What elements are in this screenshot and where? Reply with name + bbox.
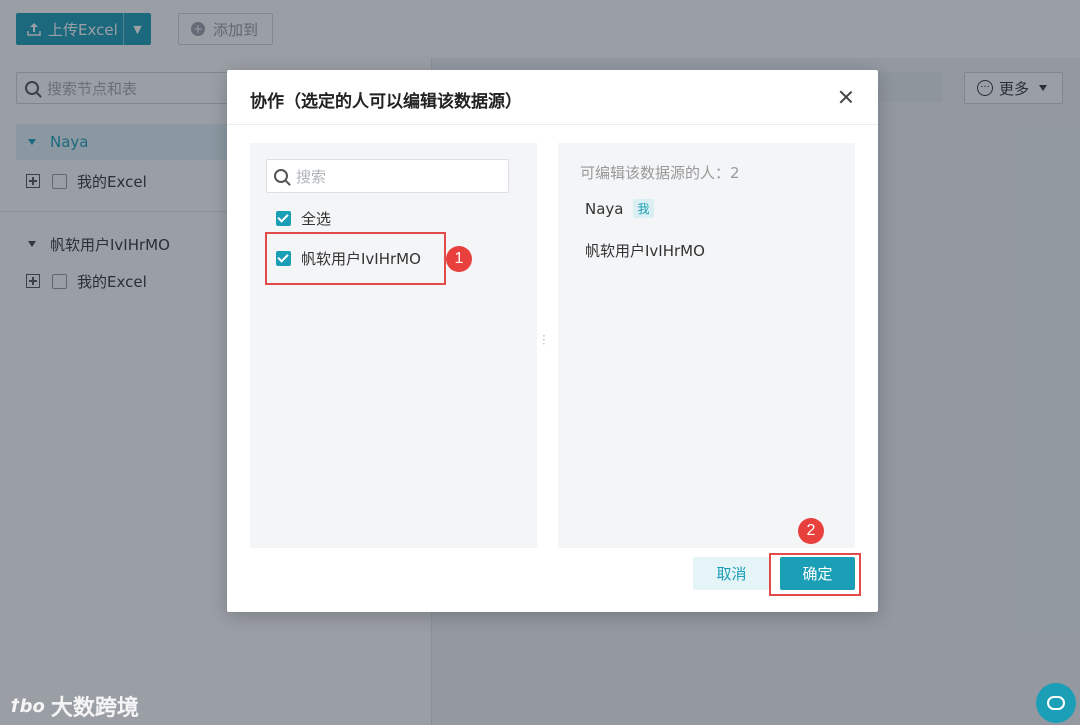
select-all-label: 全选 bbox=[301, 210, 332, 228]
watermark: ꝉbo 大数跨境 bbox=[10, 690, 139, 722]
dialog-header-divider bbox=[227, 124, 878, 125]
highlight-box-user bbox=[265, 232, 446, 285]
watermark-logo: ꝉbo bbox=[10, 695, 45, 717]
collaboration-dialog: 协作（选定的人可以编辑该数据源） 搜索 全选 帆软用户IvIHrMO · · · 可… bbox=[227, 70, 878, 612]
highlight-box-confirm bbox=[769, 553, 861, 596]
user-select-pane: 搜索 全选 帆软用户IvIHrMO bbox=[250, 143, 537, 548]
select-all-checkbox[interactable]: 全选 bbox=[276, 208, 331, 229]
user-search-placeholder: 搜索 bbox=[296, 167, 327, 186]
chat-support-button[interactable] bbox=[1036, 683, 1076, 723]
pane-resize-handle[interactable]: · · · bbox=[542, 330, 546, 350]
step-badge-2: 2 bbox=[798, 518, 824, 544]
me-badge: 我 bbox=[633, 199, 654, 218]
cancel-button[interactable]: 取消 bbox=[693, 557, 770, 590]
editors-pane: 可编辑该数据源的人：2 Naya 我 帆软用户IvIHrMO bbox=[558, 143, 855, 548]
checkbox-checked-icon[interactable] bbox=[276, 211, 291, 226]
editor-name: Naya bbox=[585, 199, 624, 218]
dialog-title: 协作（选定的人可以编辑该数据源） bbox=[250, 92, 522, 112]
editor-item: 帆软用户IvIHrMO bbox=[585, 240, 705, 261]
step-badge-1: 1 bbox=[446, 246, 472, 272]
watermark-text: 大数跨境 bbox=[50, 696, 139, 721]
editor-name: 帆软用户IvIHrMO bbox=[585, 242, 705, 260]
user-search-input[interactable]: 搜索 bbox=[266, 159, 509, 193]
search-icon bbox=[274, 169, 288, 183]
close-icon[interactable] bbox=[837, 88, 855, 106]
chat-bubble-icon bbox=[1047, 696, 1065, 710]
editors-count-label: 可编辑该数据源的人：2 bbox=[580, 164, 740, 182]
editor-item: Naya 我 bbox=[585, 199, 654, 218]
